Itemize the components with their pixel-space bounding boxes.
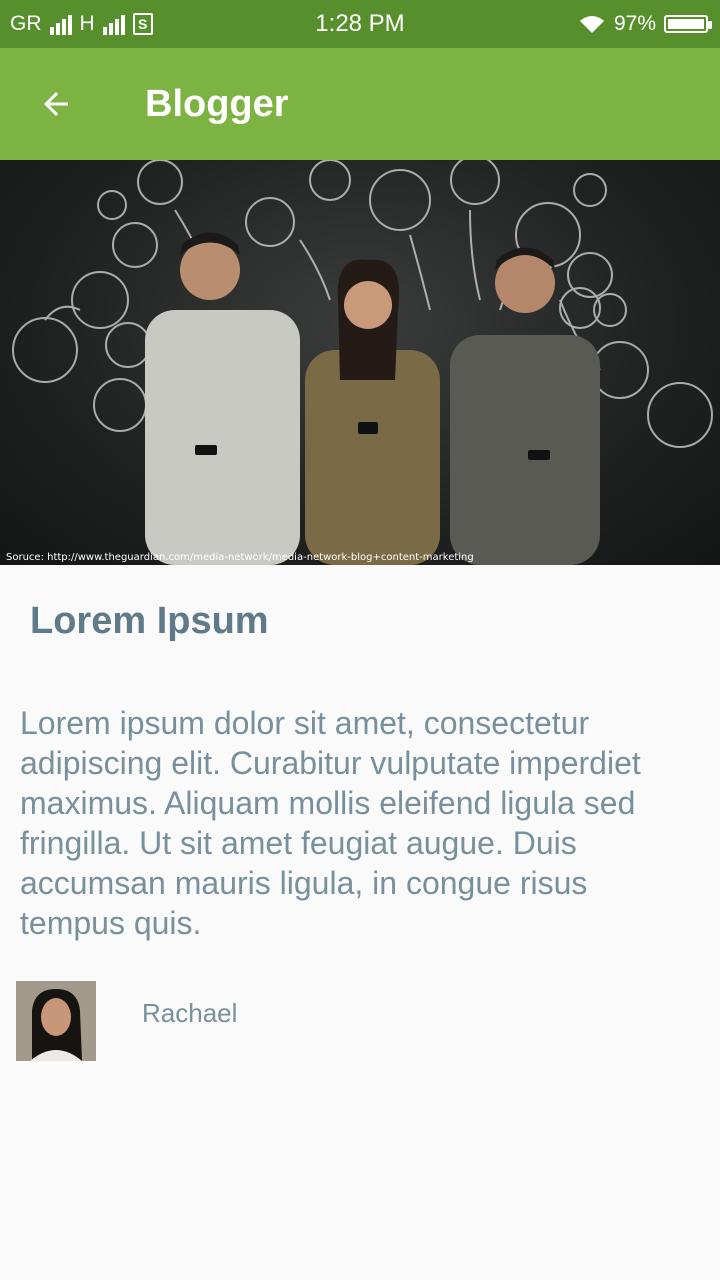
hero-illustration bbox=[12, 160, 713, 565]
avatar-photo bbox=[16, 981, 96, 1061]
status-right: 97% bbox=[578, 0, 712, 48]
author-avatar[interactable] bbox=[16, 981, 96, 1061]
arrow-back-icon bbox=[44, 92, 68, 116]
battery-percent: 97% bbox=[613, 12, 656, 35]
status-bar: GR H S 1:28 PM 97% bbox=[0, 0, 720, 48]
battery-icon bbox=[664, 15, 712, 33]
wifi-icon bbox=[579, 16, 604, 33]
author-name[interactable]: Rachael bbox=[142, 998, 237, 1029]
post-title: Lorem Ipsum bbox=[30, 600, 269, 642]
image-source-caption: Soruce: http://www.theguardian.com/media… bbox=[6, 552, 474, 563]
hero-image: Soruce: http://www.theguardian.com/media… bbox=[0, 160, 720, 565]
app-bar: Blogger bbox=[0, 48, 720, 160]
page-title: Blogger bbox=[145, 83, 289, 125]
back-button[interactable] bbox=[36, 84, 76, 124]
post-body: Lorem ipsum dolor sit amet, consectetur … bbox=[20, 705, 641, 941]
